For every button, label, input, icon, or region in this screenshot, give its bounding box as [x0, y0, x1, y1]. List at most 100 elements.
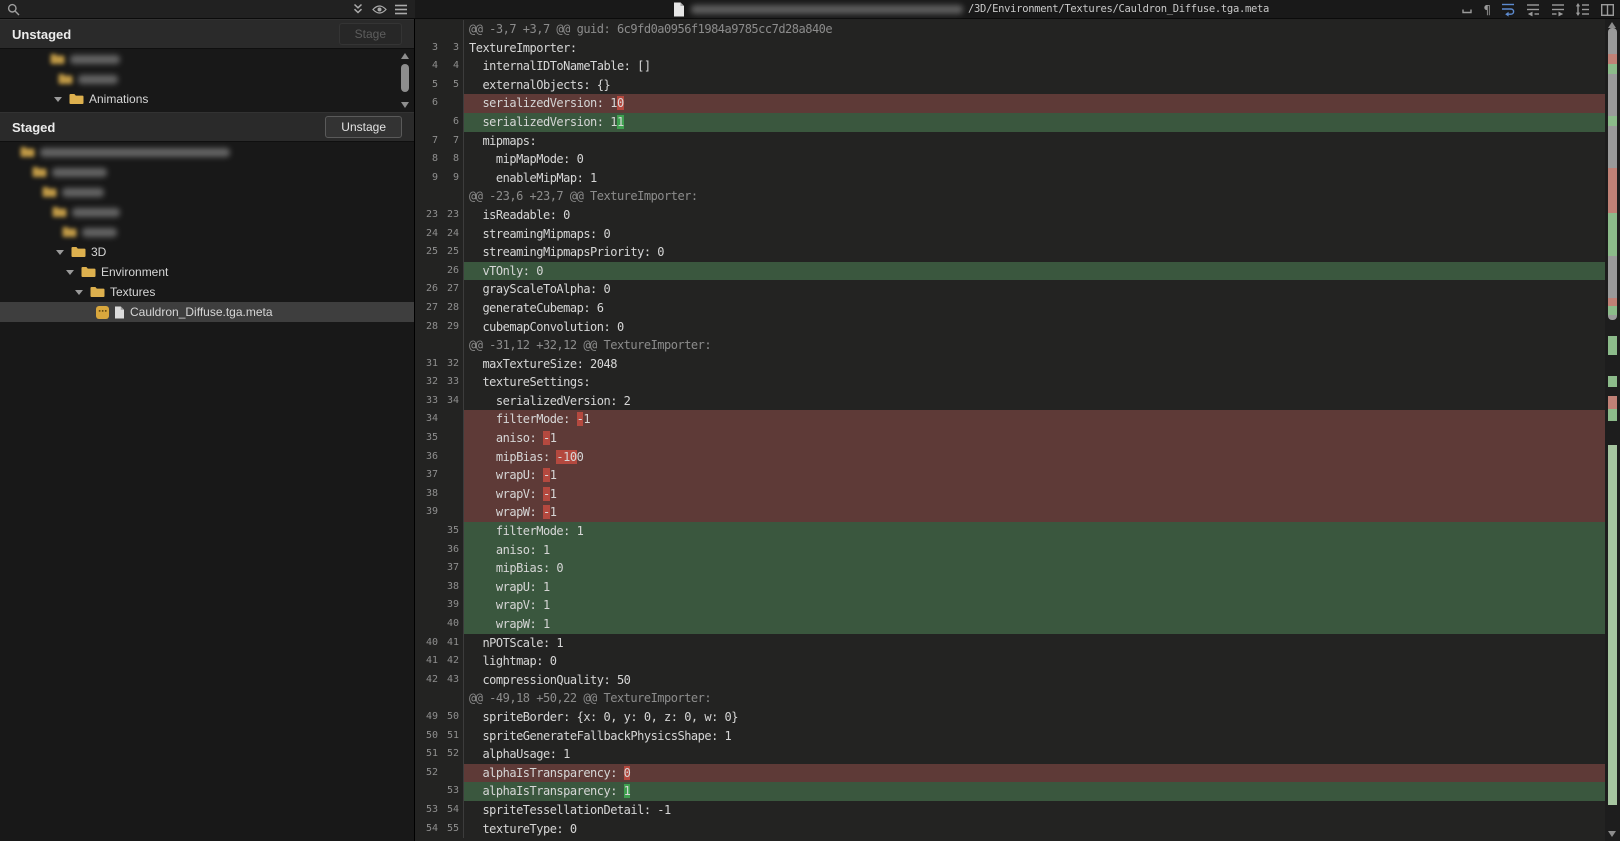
context-line-row[interactable]: 77 mipmaps:	[415, 132, 1605, 151]
folder-icon	[62, 226, 77, 238]
scroll-down-arrow-icon[interactable]	[1608, 831, 1616, 837]
removed-line-row[interactable]: 36 mipBias: -100	[415, 448, 1605, 467]
split-view-icon[interactable]	[1600, 3, 1615, 17]
old-line-number: 8	[415, 150, 443, 169]
new-line-number	[443, 429, 463, 448]
context-line-row[interactable]: 3233 textureSettings:	[415, 373, 1605, 392]
new-line-number: 34	[443, 392, 463, 411]
old-line-number: 53	[415, 801, 443, 820]
removed-line-row[interactable]: 6 serializedVersion: 10	[415, 94, 1605, 113]
whitespace-icon[interactable]	[1460, 3, 1474, 16]
context-line-row[interactable]: 88 mipMapMode: 0	[415, 150, 1605, 169]
removed-line-row[interactable]: 37 wrapU: -1	[415, 466, 1605, 485]
tree-item-cauldron-diffuse-tga-meta[interactable]: ⋯Cauldron_Diffuse.tga.meta	[0, 302, 414, 322]
tree-item-redacted[interactable]	[0, 142, 414, 162]
new-line-number: 29	[443, 318, 463, 337]
unstaged-tree-scrollbar[interactable]	[400, 51, 411, 110]
context-line-row[interactable]: 4142 lightmap: 0	[415, 652, 1605, 671]
added-line-row[interactable]: 53 alphaIsTransparency: 1	[415, 782, 1605, 801]
removed-line-row[interactable]: 52 alphaIsTransparency: 0	[415, 764, 1605, 783]
scroll-down-arrow-icon[interactable]	[401, 102, 409, 108]
eye-icon[interactable]	[372, 4, 387, 15]
context-line-row[interactable]: 33TextureImporter:	[415, 39, 1605, 58]
tree-item-textures[interactable]: Textures	[0, 282, 414, 302]
expander-triangle-icon[interactable]	[75, 290, 83, 295]
added-line-row[interactable]: 38 wrapU: 1	[415, 578, 1605, 597]
redacted-label	[52, 168, 107, 177]
hunk-header-row[interactable]: @@ -49,18 +50,22 @@ TextureImporter:	[415, 689, 1605, 708]
folder-icon	[50, 53, 65, 65]
word-wrap-icon[interactable]	[1500, 2, 1516, 17]
context-line-row[interactable]: 3132 maxTextureSize: 2048	[415, 355, 1605, 374]
old-line-number: 23	[415, 206, 443, 225]
added-line-row[interactable]: 36 aniso: 1	[415, 541, 1605, 560]
added-line-row[interactable]: 37 mipBias: 0	[415, 559, 1605, 578]
diff-map-marker-green	[1608, 409, 1617, 421]
added-line-row[interactable]: 35 filterMode: 1	[415, 522, 1605, 541]
tree-item-redacted[interactable]	[0, 49, 414, 69]
context-line-row[interactable]: 2424 streamingMipmaps: 0	[415, 225, 1605, 244]
unstage-button[interactable]: Unstage	[325, 116, 402, 138]
pilcrow-icon[interactable]: ¶	[1483, 4, 1491, 16]
added-line-row[interactable]: 40 wrapW: 1	[415, 615, 1605, 634]
old-line-number: 26	[415, 280, 443, 299]
arrow-into-lines-right-icon[interactable]	[1550, 2, 1566, 17]
context-line-row[interactable]: 55 externalObjects: {}	[415, 76, 1605, 95]
line-text: alphaUsage: 1	[464, 745, 1605, 764]
removed-line-row[interactable]: 38 wrapV: -1	[415, 485, 1605, 504]
removed-line-row[interactable]: 39 wrapW: -1	[415, 503, 1605, 522]
added-line-row[interactable]: 26 vTOnly: 0	[415, 262, 1605, 281]
line-text: nPOTScale: 1	[464, 634, 1605, 653]
removed-line-row[interactable]: 34 filterMode: -1	[415, 410, 1605, 429]
tree-item-redacted[interactable]	[0, 202, 414, 222]
diff-scrollbar[interactable]	[1605, 19, 1620, 841]
context-line-row[interactable]: 99 enableMipMap: 1	[415, 169, 1605, 188]
context-line-row[interactable]: 5152 alphaUsage: 1	[415, 745, 1605, 764]
context-line-row[interactable]: 2525 streamingMipmapsPriority: 0	[415, 243, 1605, 262]
stage-button[interactable]: Stage	[339, 23, 402, 45]
new-line-number	[443, 485, 463, 504]
added-line-row[interactable]: 39 wrapV: 1	[415, 596, 1605, 615]
context-line-row[interactable]: 5051 spriteGenerateFallbackPhysicsShape:…	[415, 727, 1605, 746]
new-line-number	[443, 466, 463, 485]
context-line-row[interactable]: 5455 textureType: 0	[415, 820, 1605, 839]
context-line-row[interactable]: 2728 generateCubemap: 6	[415, 299, 1605, 318]
hunk-header-row[interactable]: @@ -23,6 +23,7 @@ TextureImporter:	[415, 187, 1605, 206]
line-text: @@ -23,6 +23,7 @@ TextureImporter:	[464, 187, 1605, 206]
context-line-row[interactable]: 44 internalIDToNameTable: []	[415, 57, 1605, 76]
tree-item-redacted[interactable]	[0, 69, 414, 89]
hunk-header-row[interactable]: @@ -31,12 +32,12 @@ TextureImporter:	[415, 336, 1605, 355]
scroll-thumb[interactable]	[401, 64, 409, 92]
old-line-number	[415, 689, 443, 708]
folder-icon	[52, 206, 67, 218]
removed-line-row[interactable]: 35 aniso: -1	[415, 429, 1605, 448]
line-height-icon[interactable]	[1575, 2, 1591, 17]
double-chevron-down-icon[interactable]	[351, 3, 365, 15]
context-line-row[interactable]: 4950 spriteBorder: {x: 0, y: 0, z: 0, w:…	[415, 708, 1605, 727]
tree-item-redacted[interactable]	[0, 222, 414, 242]
context-line-row[interactable]: 5354 spriteTessellationDetail: -1	[415, 801, 1605, 820]
old-line-number: 7	[415, 132, 443, 151]
expander-triangle-icon[interactable]	[54, 97, 62, 102]
context-line-row[interactable]: 4243 compressionQuality: 50	[415, 671, 1605, 690]
hamburger-menu-icon[interactable]	[394, 4, 408, 15]
tree-item-redacted[interactable]	[0, 162, 414, 182]
search-bar[interactable]	[0, 0, 415, 19]
tree-item-redacted[interactable]	[0, 182, 414, 202]
tree-item-environment[interactable]: Environment	[0, 262, 414, 282]
added-line-row[interactable]: 6 serializedVersion: 11	[415, 113, 1605, 132]
context-line-row[interactable]: 3334 serializedVersion: 2	[415, 392, 1605, 411]
line-text: vTOnly: 0	[464, 262, 1605, 281]
hunk-header-row[interactable]: @@ -3,7 +3,7 @@ guid: 6c9fd0a0956f1984a9…	[415, 20, 1605, 39]
context-line-row[interactable]: 2323 isReadable: 0	[415, 206, 1605, 225]
arrow-into-lines-left-icon[interactable]	[1525, 2, 1541, 17]
expander-triangle-icon[interactable]	[66, 270, 74, 275]
context-line-row[interactable]: 4041 nPOTScale: 1	[415, 634, 1605, 653]
diff-map-marker-green	[1608, 116, 1617, 126]
tree-item-animations[interactable]: Animations	[0, 89, 414, 109]
context-line-row[interactable]: 2829 cubemapConvolution: 0	[415, 318, 1605, 337]
expander-triangle-icon[interactable]	[56, 250, 64, 255]
context-line-row[interactable]: 2627 grayScaleToAlpha: 0	[415, 280, 1605, 299]
scroll-up-arrow-icon[interactable]	[401, 53, 409, 59]
tree-item-3d[interactable]: 3D	[0, 242, 414, 262]
